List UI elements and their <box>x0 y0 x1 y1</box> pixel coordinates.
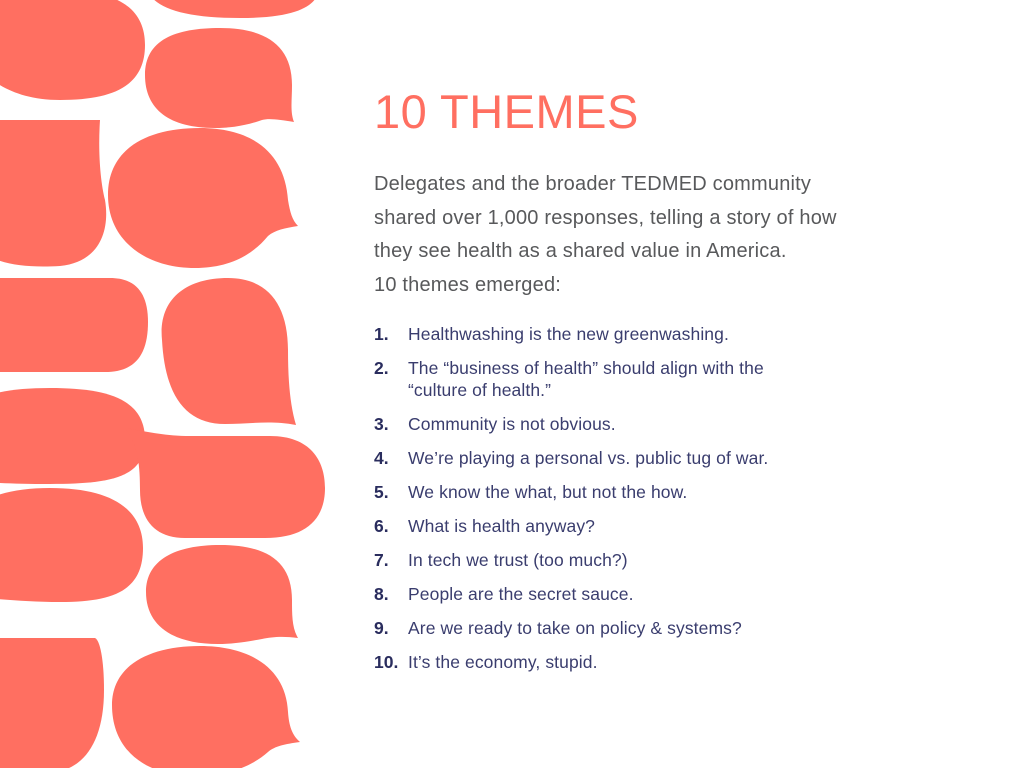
list-item: 3. Community is not obvious. <box>374 413 994 435</box>
speech-bubble-icon <box>0 278 148 372</box>
speech-bubble-icon <box>146 545 298 644</box>
speech-bubble-icon <box>0 388 145 484</box>
item-number: 1. <box>374 324 389 344</box>
list-item: 9. Are we ready to take on policy & syst… <box>374 617 994 639</box>
item-number: 2. <box>374 358 389 378</box>
intro-paragraph: Delegates and the broader TEDMED communi… <box>374 168 994 302</box>
intro-line: shared over 1,000 responses, telling a s… <box>374 206 837 229</box>
speech-bubble-icon <box>112 646 300 768</box>
item-text: The “business of health” should align wi… <box>408 358 764 400</box>
item-text: What is health anyway? <box>408 516 596 536</box>
item-text: Healthwashing is the new greenwashing. <box>408 324 729 344</box>
item-text: We’re playing a personal vs. public tug … <box>408 448 769 468</box>
item-text: It’s the economy, stupid. <box>408 652 598 672</box>
list-item: 6. What is health anyway? <box>374 515 994 537</box>
item-number: 9. <box>374 618 389 638</box>
intro-line: they see health as a shared value in Ame… <box>374 240 787 262</box>
item-number: 6. <box>374 516 389 536</box>
speech-bubble-icon <box>154 0 315 18</box>
slide-content: 10 THEMES Delegates and the broader TEDM… <box>374 84 994 685</box>
speech-bubble-pattern <box>0 0 325 768</box>
speech-bubble-icon <box>145 28 294 128</box>
item-text: People are the secret sauce. <box>408 584 634 604</box>
item-text: Are we ready to take on policy & systems… <box>408 618 742 638</box>
speech-bubble-icon <box>0 120 107 267</box>
speech-bubble-icon <box>0 0 145 100</box>
item-number: 3. <box>374 414 389 434</box>
speech-bubble-icon <box>108 128 298 268</box>
list-item: 10. It’s the economy, stupid. <box>374 651 994 673</box>
intro-line: 10 themes emerged: <box>374 273 562 296</box>
item-number: 8. <box>374 584 389 604</box>
intro-line: Delegates and the broader TEDMED communi… <box>374 173 812 195</box>
list-item: 5. We know the what, but not the how. <box>374 481 994 503</box>
speech-bubble-icon <box>125 428 325 538</box>
speech-bubble-icon <box>0 488 143 602</box>
list-item: 2. The “business of health” should align… <box>374 357 994 401</box>
item-text: In tech we trust (too much?) <box>408 550 628 570</box>
item-number: 5. <box>374 482 389 502</box>
themes-list: 1. Healthwashing is the new greenwashing… <box>374 323 994 673</box>
list-item: 4. We’re playing a personal vs. public t… <box>374 447 994 469</box>
speech-bubble-icon <box>161 278 296 425</box>
list-item: 8. People are the secret sauce. <box>374 583 994 605</box>
item-number: 4. <box>374 448 389 468</box>
item-text: Community is not obvious. <box>408 414 616 434</box>
item-text: We know the what, but not the how. <box>408 482 688 502</box>
item-number: 10. <box>374 652 399 672</box>
slide-title: 10 THEMES <box>374 85 639 138</box>
speech-bubble-icon <box>0 638 104 768</box>
list-item: 1. Healthwashing is the new greenwashing… <box>374 323 994 345</box>
list-item: 7. In tech we trust (too much?) <box>374 549 994 571</box>
item-number: 7. <box>374 550 389 570</box>
